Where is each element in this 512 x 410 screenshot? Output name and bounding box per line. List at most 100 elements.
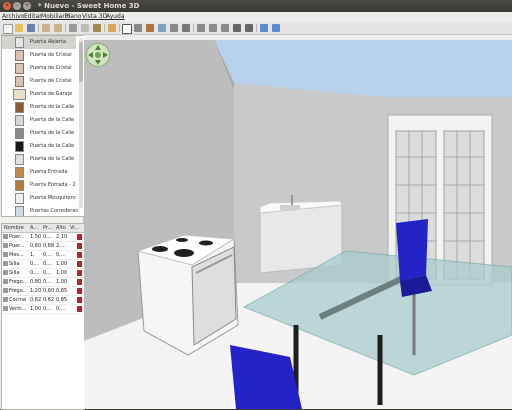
- cell-h: 0,...: [56, 252, 66, 258]
- table-row[interactable]: Puer... 1,50 0,... 2,10: [2, 233, 84, 242]
- catalog-item[interactable]: Puerta Entrada - 2: [2, 179, 76, 192]
- add-text-icon[interactable]: [182, 24, 190, 32]
- menu-plano[interactable]: Plano: [65, 13, 81, 21]
- create-walls-icon[interactable]: [146, 24, 154, 32]
- col-header-width[interactable]: A...: [30, 224, 42, 232]
- catalog-item[interactable]: Puerta de Garaje: [2, 88, 76, 101]
- rotate-icon[interactable]: [209, 24, 217, 32]
- cut-icon[interactable]: [69, 24, 77, 32]
- visible-checkbox-icon[interactable]: [77, 252, 82, 258]
- col-header-name[interactable]: Nombre: [4, 224, 28, 232]
- visible-checkbox-icon[interactable]: [77, 306, 82, 312]
- create-dimensions-icon[interactable]: [170, 24, 178, 32]
- catalog-item[interactable]: Puertas Correderas: [2, 205, 78, 216]
- menu-archivo[interactable]: Archivo: [2, 13, 24, 21]
- create-rooms-icon[interactable]: [158, 24, 166, 32]
- catalog-item[interactable]: Puerta de Cristal: [2, 75, 76, 88]
- visible-checkbox-icon[interactable]: [77, 279, 82, 285]
- glass-door-icon: [15, 76, 24, 87]
- catalog-item[interactable]: Puerta Abierta: [2, 36, 76, 49]
- visible-checkbox-icon[interactable]: [77, 270, 82, 276]
- table-row[interactable]: Silla 0,... 0,... 1,00: [2, 260, 84, 269]
- visible-checkbox-icon[interactable]: [77, 297, 82, 303]
- sliding-door-icon: [15, 206, 24, 216]
- cell-name: Venti...: [9, 306, 27, 312]
- menu-editar[interactable]: Editar: [24, 13, 42, 21]
- catalog-item[interactable]: Puerta Entrada: [2, 166, 76, 179]
- visible-checkbox-icon[interactable]: [77, 234, 82, 240]
- col-header-depth[interactable]: Pr...: [43, 224, 55, 232]
- nav-center: [95, 52, 101, 58]
- add-furniture-icon[interactable]: [108, 24, 116, 32]
- pan-mode-icon[interactable]: [134, 24, 142, 32]
- catalog-item[interactable]: Puerta de la Calle: [2, 153, 76, 166]
- cell-w: 0,...: [30, 270, 40, 276]
- create-photo-icon[interactable]: [260, 24, 268, 32]
- 3d-view[interactable]: [84, 35, 512, 409]
- cell-h: 2,...: [56, 243, 66, 249]
- select-mode-icon[interactable]: [122, 24, 132, 34]
- arrow-down-icon[interactable]: [95, 60, 101, 65]
- table-row[interactable]: Frego... 1,20 0,60 0,85: [2, 287, 84, 296]
- front-door-icon: [15, 141, 24, 152]
- table-row[interactable]: Frego... 0,80 0,... 1,00: [2, 278, 84, 287]
- catalog-item[interactable]: Puerta de Cristal: [2, 62, 76, 75]
- zoom-in-icon[interactable]: [233, 24, 241, 32]
- minimize-icon[interactable]: –: [13, 2, 21, 10]
- navigation-arrows-icon[interactable]: [86, 43, 110, 67]
- visible-checkbox-icon[interactable]: [77, 288, 82, 294]
- front-door-icon: [15, 115, 24, 126]
- arrow-right-icon[interactable]: [103, 52, 108, 58]
- cell-d: 0,68: [43, 243, 55, 249]
- front-door-icon: [15, 128, 24, 139]
- open-folder-icon[interactable]: [15, 24, 23, 32]
- col-header-visible[interactable]: Vi...: [70, 224, 82, 232]
- table-row[interactable]: Cocina 0,62 0,62 0,85: [2, 296, 84, 305]
- undo-icon[interactable]: [42, 24, 50, 32]
- table-row[interactable]: Venti... 1,00 0,... 0,...: [2, 305, 84, 314]
- catalog-item[interactable]: Puerta de la Calle: [2, 127, 76, 140]
- col-header-height[interactable]: Alto: [56, 224, 68, 232]
- glass-door-icon: [15, 63, 24, 74]
- visible-checkbox-icon[interactable]: [77, 261, 82, 267]
- menu-vista-3d[interactable]: Vista 3D: [82, 13, 107, 21]
- burner: [199, 240, 213, 246]
- save-icon[interactable]: [27, 24, 35, 32]
- catalog-scrollbar[interactable]: [79, 38, 83, 208]
- table-row[interactable]: Mes... 1, 0,... 0,...: [2, 251, 84, 260]
- cell-h: 1,00: [56, 261, 68, 267]
- furniture-icon: [3, 306, 8, 311]
- arrow-left-icon[interactable]: [88, 52, 93, 58]
- table-row[interactable]: Puer... 0,60 0,68 2,...: [2, 242, 84, 251]
- help-icon[interactable]: [272, 24, 280, 32]
- maximize-icon[interactable]: +: [23, 2, 31, 10]
- new-file-icon[interactable]: [3, 24, 13, 34]
- catalog-scroll-thumb[interactable]: [79, 42, 83, 82]
- cell-d: 0,...: [43, 252, 53, 258]
- text-style-icon[interactable]: [197, 24, 205, 32]
- cell-name: Silla: [9, 261, 20, 267]
- zoom-out-icon[interactable]: [245, 24, 253, 32]
- menu-ayuda[interactable]: Ayuda: [106, 13, 125, 21]
- redo-icon[interactable]: [54, 24, 62, 32]
- paste-icon[interactable]: [93, 24, 101, 32]
- cell-name: Puer...: [9, 234, 25, 240]
- left-pane: Puerta Abierta Puerta de Cristal Puerta …: [0, 35, 85, 410]
- close-icon[interactable]: ×: [3, 2, 11, 10]
- catalog-item[interactable]: Puerta de la Calle: [2, 140, 76, 153]
- catalog-item[interactable]: Puerta Mosquitero: [2, 192, 76, 205]
- arrow-up-icon[interactable]: [95, 45, 101, 50]
- catalog-item[interactable]: Puerta de la Calle: [2, 114, 76, 127]
- cell-w: 0,80: [30, 279, 42, 285]
- visible-checkbox-icon[interactable]: [77, 243, 82, 249]
- cell-d: 0,...: [43, 279, 53, 285]
- table-row[interactable]: Silla 0,... 0,... 1,00: [2, 269, 84, 278]
- glass-door-icon: [15, 50, 24, 61]
- furniture-icon: [3, 288, 8, 293]
- copy-icon[interactable]: [81, 24, 89, 32]
- catalog-item[interactable]: Puerta de la Calle: [2, 101, 76, 114]
- catalog-item[interactable]: Puerta de Cristal: [2, 49, 76, 62]
- elevate-icon[interactable]: [221, 24, 229, 32]
- cell-h: 1,00: [56, 270, 68, 276]
- cell-w: 1,: [30, 252, 35, 258]
